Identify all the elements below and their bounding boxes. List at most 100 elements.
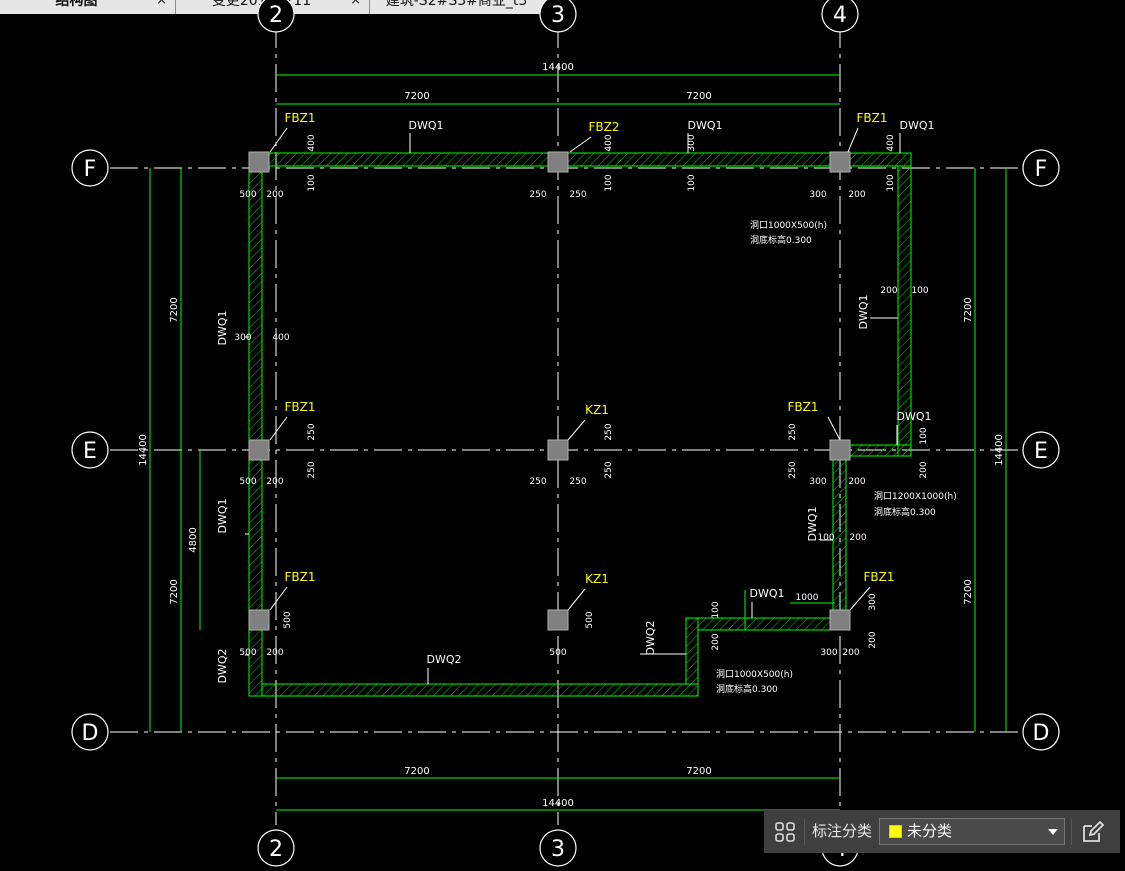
axis-bubble-D-left-label: D [82, 721, 99, 746]
color-swatch [889, 825, 902, 838]
column [829, 609, 851, 631]
axis-bubble-2-top-label: 2 [269, 3, 283, 28]
dimension-text: 250 [529, 477, 546, 487]
dimension-text: 7200 [169, 579, 180, 604]
dimension-text: 100 [817, 533, 834, 543]
dimension-text: 400 [307, 134, 317, 151]
walls [248, 152, 912, 697]
hole-note: 洞底标高0.300 [750, 234, 812, 246]
dimension-text: 250 [569, 190, 586, 200]
dimension-text: 7200 [404, 766, 429, 777]
column [248, 151, 270, 173]
dimension-text: 200 [848, 477, 865, 487]
dimension-text: 7200 [686, 91, 711, 102]
dimension-text: 200 [848, 190, 865, 200]
dimension-text: 100 [711, 601, 721, 618]
dimension-text: 500 [239, 190, 256, 200]
column [248, 609, 270, 631]
dimension-text: 500 [283, 611, 293, 628]
column-label: FBZ1 [864, 570, 895, 584]
dimension-text: 250 [569, 477, 586, 487]
dimension-text: 250 [604, 461, 614, 478]
wall-label: DWQ1 [857, 294, 870, 329]
dimension-lines [149, 74, 1007, 811]
column-label: FBZ1 [857, 111, 888, 125]
dimension-text: 300 [820, 648, 837, 658]
wall-label: DWQ1 [899, 119, 934, 132]
dimension-text: 200 [868, 631, 878, 648]
column [829, 439, 851, 461]
dimension-text: 400 [604, 134, 614, 151]
axis-bubble-D-right-label: D [1033, 721, 1050, 746]
dimension-text: 250 [529, 190, 546, 200]
dimension-text: 100 [687, 174, 697, 191]
dimension-text: 100 [919, 427, 929, 444]
dimension-text: 250 [604, 423, 614, 440]
dimension-text: 300 [868, 593, 878, 610]
axis-bubble-E-right-label: E [1034, 439, 1048, 464]
dimension-text: 250 [788, 461, 798, 478]
dimension-text: 14400 [542, 62, 574, 73]
chevron-down-icon[interactable] [1048, 829, 1058, 835]
drawing-texts: 14400 7200 7200 7200 7200 14400 14400 7200 7200 4… [138, 62, 1005, 809]
wall-label: DWQ2 [426, 653, 461, 666]
dimension-text: 500 [239, 648, 256, 658]
dimension-text: 200 [919, 461, 929, 478]
dimension-text: 14400 [542, 798, 574, 809]
wall-label: DWQ1 [687, 119, 722, 132]
column-label: FBZ1 [285, 111, 316, 125]
divider [1071, 819, 1072, 845]
dimension-text: 300 [809, 477, 826, 487]
category-select[interactable]: 未分类 [879, 818, 1065, 845]
axis-bubble-F-left-label: F [84, 157, 97, 182]
column-label: FBZ1 [285, 570, 316, 584]
column-label: FBZ1 [285, 400, 316, 414]
dimension-text: 7200 [404, 91, 429, 102]
dimension-text: 7200 [686, 766, 711, 777]
dimension-text: 200 [266, 190, 283, 200]
axis-bubble-F-right-label: F [1035, 157, 1048, 182]
dimension-text: 200 [842, 648, 859, 658]
column-label: KZ1 [585, 403, 609, 417]
category-selected-value: 未分类 [907, 822, 953, 840]
dimension-text: 300 [234, 333, 251, 343]
cad-drawing-canvas[interactable]: 234234FEDFED 144007200720072007200144001… [0, 0, 1125, 871]
hole-note: 洞口1200X1000(h) [874, 491, 957, 502]
annotation-category-label: 标注分类 [812, 822, 873, 840]
dimension-text: 100 [911, 286, 928, 296]
wall-label: DWQ1 [749, 587, 784, 600]
column [829, 151, 851, 173]
dimension-text: 500 [585, 611, 595, 628]
column-label: FBZ2 [589, 120, 620, 134]
dimension-text: 4800 [188, 527, 199, 552]
hole-note: 洞口1000X500(h) [750, 220, 827, 231]
dimension-text: 7200 [963, 579, 974, 604]
hole-note: 洞底标高0.300 [716, 683, 778, 695]
dimension-text: 14400 [138, 434, 149, 466]
dimension-text: 100 [604, 174, 614, 191]
grid-icon[interactable] [774, 821, 796, 843]
dimension-text: 200 [266, 648, 283, 658]
wall-label: DWQ1 [896, 410, 931, 423]
dimension-text: 200 [711, 633, 721, 650]
edit-icon[interactable] [1081, 820, 1105, 844]
wall-label: DWQ2 [216, 648, 229, 683]
column [547, 439, 569, 461]
dimension-text: 250 [788, 423, 798, 440]
wall-label: DWQ1 [216, 498, 229, 533]
dimension-text: 200 [849, 533, 866, 543]
dimension-text: 300 [809, 190, 826, 200]
axis-bubble-E-left-label: E [83, 439, 97, 464]
dimension-text: 250 [307, 461, 317, 478]
dimension-text: 400 [272, 333, 289, 343]
axis-bubble-4-top-label: 4 [833, 3, 847, 28]
dimension-text: 500 [239, 477, 256, 487]
dimension-text: 200 [880, 286, 897, 296]
dimension-text: 400 [886, 134, 896, 151]
wall-label: DWQ2 [644, 620, 657, 655]
axis-bubble-2-bottom-label: 2 [269, 837, 283, 862]
axis-bubble-3-bottom-label: 3 [551, 837, 565, 862]
column-label: KZ1 [585, 572, 609, 586]
column [547, 151, 569, 173]
column [547, 609, 569, 631]
